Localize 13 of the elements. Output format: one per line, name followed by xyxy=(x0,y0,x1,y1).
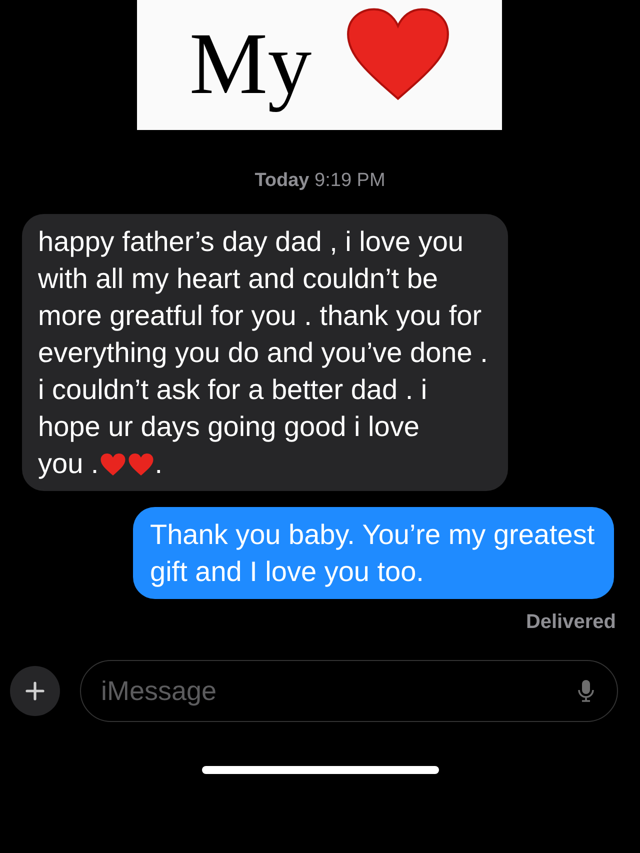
message-text: Thank you baby. You’re my greatest gift and I love you too. xyxy=(150,518,596,589)
heart-icon xyxy=(346,7,450,101)
plus-icon xyxy=(25,681,45,701)
add-button[interactable] xyxy=(10,666,60,716)
message-text: . xyxy=(154,448,162,479)
message-text: you . xyxy=(38,448,99,479)
timestamp: Today 9:19 PM xyxy=(254,170,386,192)
message-field[interactable]: iMessage xyxy=(80,660,618,722)
delivery-status: Delivered xyxy=(524,611,617,634)
heart-icon xyxy=(100,453,126,476)
heart-icon xyxy=(128,453,154,476)
microphone-icon[interactable] xyxy=(578,679,594,703)
caption-text: My xyxy=(189,15,312,115)
